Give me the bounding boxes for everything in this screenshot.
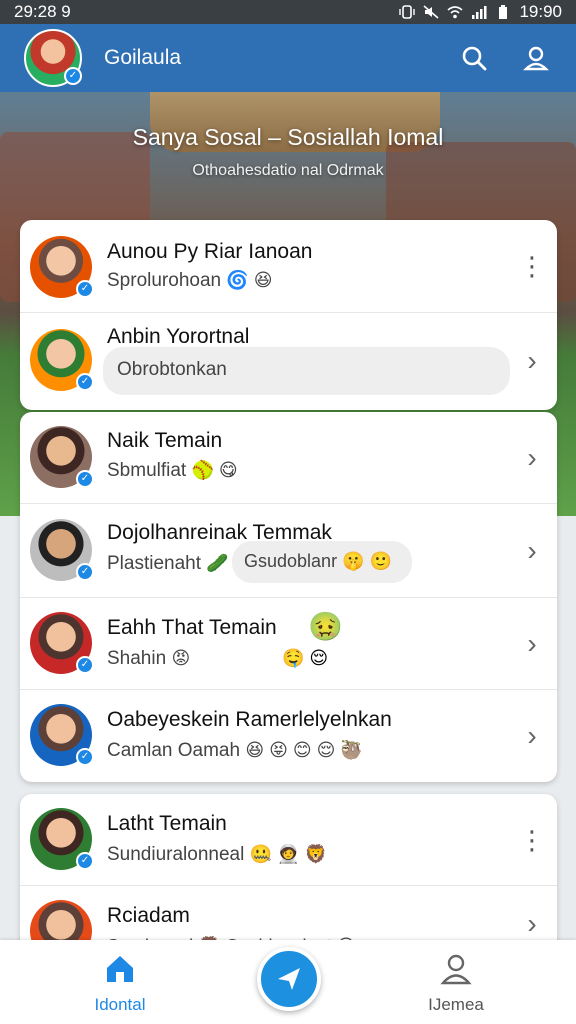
friend-card: ✓ Aunou Py Riar Ianoan Sprolurohoan 🌀 😆 … [20,220,557,410]
more-vertical-icon: ⋮ [519,251,545,281]
emoji-group: 😆 😝 😊 😌 🦥 [245,740,363,760]
open-chat-button[interactable]: › [519,628,545,660]
emoji-group: 🥒 [206,553,229,573]
more-options-button[interactable]: ⋮ [519,250,545,282]
nav-home[interactable]: Idontal [60,952,180,1015]
subtitle-text: Shahin [107,648,167,669]
friend-name: Latht Temain [107,812,227,835]
friend-subtitle: Plastienaht 🥒 [107,553,229,575]
profile-button[interactable] [514,36,558,80]
emoji-badge: 🤢 [308,611,343,642]
chevron-right-icon: › [527,442,537,473]
verified-badge-icon: ✓ [76,748,94,766]
list-item[interactable]: ✓ Eahh That Temain 🤢 Shahin 😡 🤤 😌 › [20,598,557,690]
list-item[interactable]: ✓ Naik Temain Sbmulfiat 🥎 😋 › [20,412,557,504]
emoji-group: 🤤 😌 [282,648,329,668]
status-icons: 19:90 [399,2,562,22]
chevron-right-icon: › [527,628,537,659]
verified-badge-icon: ✓ [76,280,94,298]
friend-name: Aunou Py Riar Ianoan [107,240,313,263]
verified-badge-icon: ✓ [76,563,94,581]
list-item[interactable]: ✓ Dojolhanreinak Temmak Plastienaht 🥒 Gs… [20,504,557,598]
emoji-group: 🌀 😆 [226,270,273,290]
subtitle-text: Sprolurohoan [107,270,222,291]
avatar: ✓ [30,612,94,674]
subtitle-text: Sundiuralonneal [107,844,245,865]
user-icon [523,46,549,71]
friend-subtitle: Sundiuralonneal 🤐 🧑‍🚀 🦁 [107,844,327,866]
subtitle-text: Sbmulfiat [107,460,187,481]
send-icon [278,968,300,990]
vibrate-icon [399,5,416,19]
avatar: ✓ [30,808,94,870]
app-header: ✓ Goilaula [0,24,576,92]
nav-profile-label: IJemea [428,995,484,1014]
status-bar: 29:28 9 19:90 [0,0,576,24]
friend-name: Oabeyeskein Ramerlelyelnkan [107,708,392,731]
emoji-group: 🤐 🧑‍🚀 🦁 [249,844,327,864]
friend-subtitle: Sprolurohoan 🌀 😆 [107,270,273,292]
open-chat-button[interactable]: › [519,442,545,474]
friend-name: Eahh That Temain [107,616,277,639]
avatar: ✓ [30,236,94,298]
friend-name: Naik Temain [107,429,223,452]
mute-icon [423,5,439,19]
nav-profile[interactable]: IJemea [396,952,516,1015]
search-button[interactable] [452,36,496,80]
chevron-right-icon: › [527,720,537,751]
friend-card: ✓ Latht Temain Sundiuralonneal 🤐 🧑‍🚀 🦁 ⋮… [20,794,557,954]
list-item[interactable]: ✓ Aunou Py Riar Ianoan Sprolurohoan 🌀 😆 … [20,220,557,313]
subtitle-text: Plastienaht [107,553,202,574]
avatar[interactable]: ✓ [24,29,82,87]
friend-name: Rciadam [107,904,190,927]
avatar: ✓ [30,329,94,391]
message-pill-text: Gsudoblanr 🤫 🙂 [244,551,392,571]
status-time-right: 19:90 [519,2,562,21]
signal-icon [472,6,487,19]
more-vertical-icon: ⋮ [519,825,545,855]
list-item[interactable]: ✓ Anbin Yorortnal Obrobtonkan › [20,313,557,410]
user-icon [440,954,472,985]
verified-badge-icon: ✓ [76,373,94,391]
chevron-right-icon: › [527,345,537,376]
page-title: Goilaula [104,46,182,69]
chevron-right-icon: › [527,535,537,566]
friend-subtitle: Camlan Oamah 😆 😝 😊 😌 🦥 [107,740,363,762]
hero-title: Sanya Sosal – Sosiallah Iomal [132,124,444,150]
friend-card: ✓ Naik Temain Sbmulfiat 🥎 😋 › ✓ Dojolhan… [20,412,557,782]
nav-home-label: Idontal [94,995,146,1014]
friend-name: Anbin Yorortnal [107,325,250,348]
verified-badge-icon: ✓ [76,470,94,488]
home-icon [107,956,133,982]
open-chat-button[interactable]: › [519,720,545,752]
send-button[interactable] [257,947,321,1011]
list-item[interactable]: ✓ Latht Temain Sundiuralonneal 🤐 🧑‍🚀 🦁 ⋮ [20,794,557,886]
friend-subtitle: Shahin 😡 [107,648,190,670]
open-chat-button[interactable]: › [519,535,545,567]
list-item[interactable]: ✓ Oabeyeskein Ramerlelyelnkan Camlan Oam… [20,690,557,782]
avatar: ✓ [30,519,94,581]
emoji-group: 🥎 😋 [191,460,238,480]
verified-badge-icon: ✓ [76,656,94,674]
search-icon [462,46,487,71]
open-chat-button[interactable]: › [519,345,545,377]
open-chat-button[interactable]: › [519,908,545,940]
wifi-icon [447,6,463,19]
avatar: ✓ [30,426,94,488]
verified-badge-icon: ✓ [76,852,94,870]
battery-icon [499,5,508,19]
verified-badge-icon: ✓ [64,67,82,85]
more-options-button[interactable]: ⋮ [519,824,545,856]
subtitle-text: Camlan Oamah [107,740,241,761]
avatar: ✓ [30,704,94,766]
chevron-right-icon: › [527,908,537,939]
status-time-left: 29:28 9 [14,2,71,21]
friend-subtitle: Obrobtonkan [117,359,227,380]
friend-subtitle: Sbmulfiat 🥎 😋 [107,460,238,482]
emoji-group: 😡 [171,648,191,668]
hero-subtitle: Othoahesdatio nal Odrmak [192,162,384,179]
